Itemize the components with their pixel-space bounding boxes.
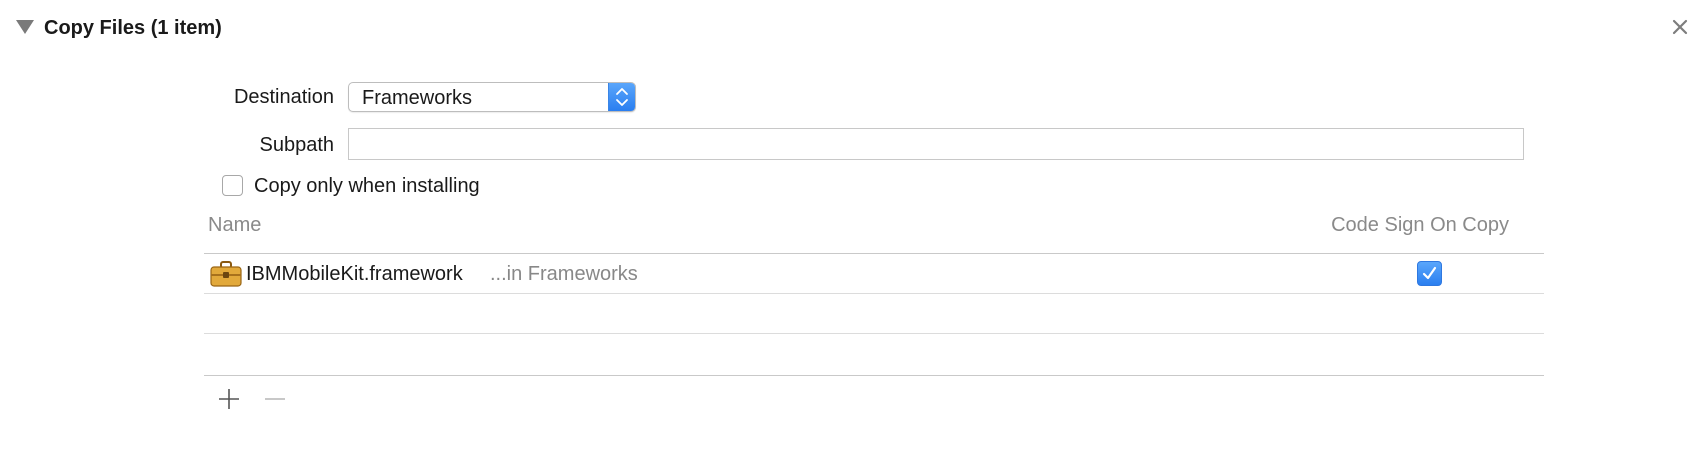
table-bottom-divider bbox=[204, 375, 1544, 376]
framework-name: IBMMobileKit.framework bbox=[246, 263, 463, 285]
column-header-code-sign[interactable]: Code Sign On Copy bbox=[1220, 212, 1509, 238]
disclosure-triangle-down-icon[interactable] bbox=[14, 18, 36, 36]
destination-label: Destination bbox=[233, 86, 334, 108]
column-header-name[interactable]: Name bbox=[208, 212, 261, 238]
plus-icon[interactable] bbox=[216, 386, 242, 412]
copy-only-checkbox[interactable] bbox=[222, 175, 243, 196]
copy-only-label: Copy only when installing bbox=[254, 175, 480, 197]
section-title: Copy Files (1 item) bbox=[44, 17, 222, 39]
destination-popup[interactable]: Frameworks bbox=[348, 82, 636, 112]
close-icon[interactable] bbox=[1668, 15, 1692, 39]
subpath-input[interactable] bbox=[348, 128, 1524, 160]
framework-toolbox-icon bbox=[210, 261, 242, 287]
table-row[interactable]: IBMMobileKit.framework ...in Frameworks bbox=[204, 254, 1544, 293]
framework-location: ...in Frameworks bbox=[490, 263, 638, 285]
subpath-label: Subpath bbox=[259, 134, 334, 156]
minus-icon[interactable] bbox=[262, 386, 288, 412]
popup-arrows-icon[interactable] bbox=[608, 83, 635, 111]
row-divider bbox=[204, 293, 1544, 294]
row-divider bbox=[204, 333, 1544, 334]
code-sign-checkbox[interactable] bbox=[1417, 261, 1442, 286]
checkmark-icon bbox=[1422, 266, 1437, 280]
destination-value: Frameworks bbox=[362, 87, 473, 109]
